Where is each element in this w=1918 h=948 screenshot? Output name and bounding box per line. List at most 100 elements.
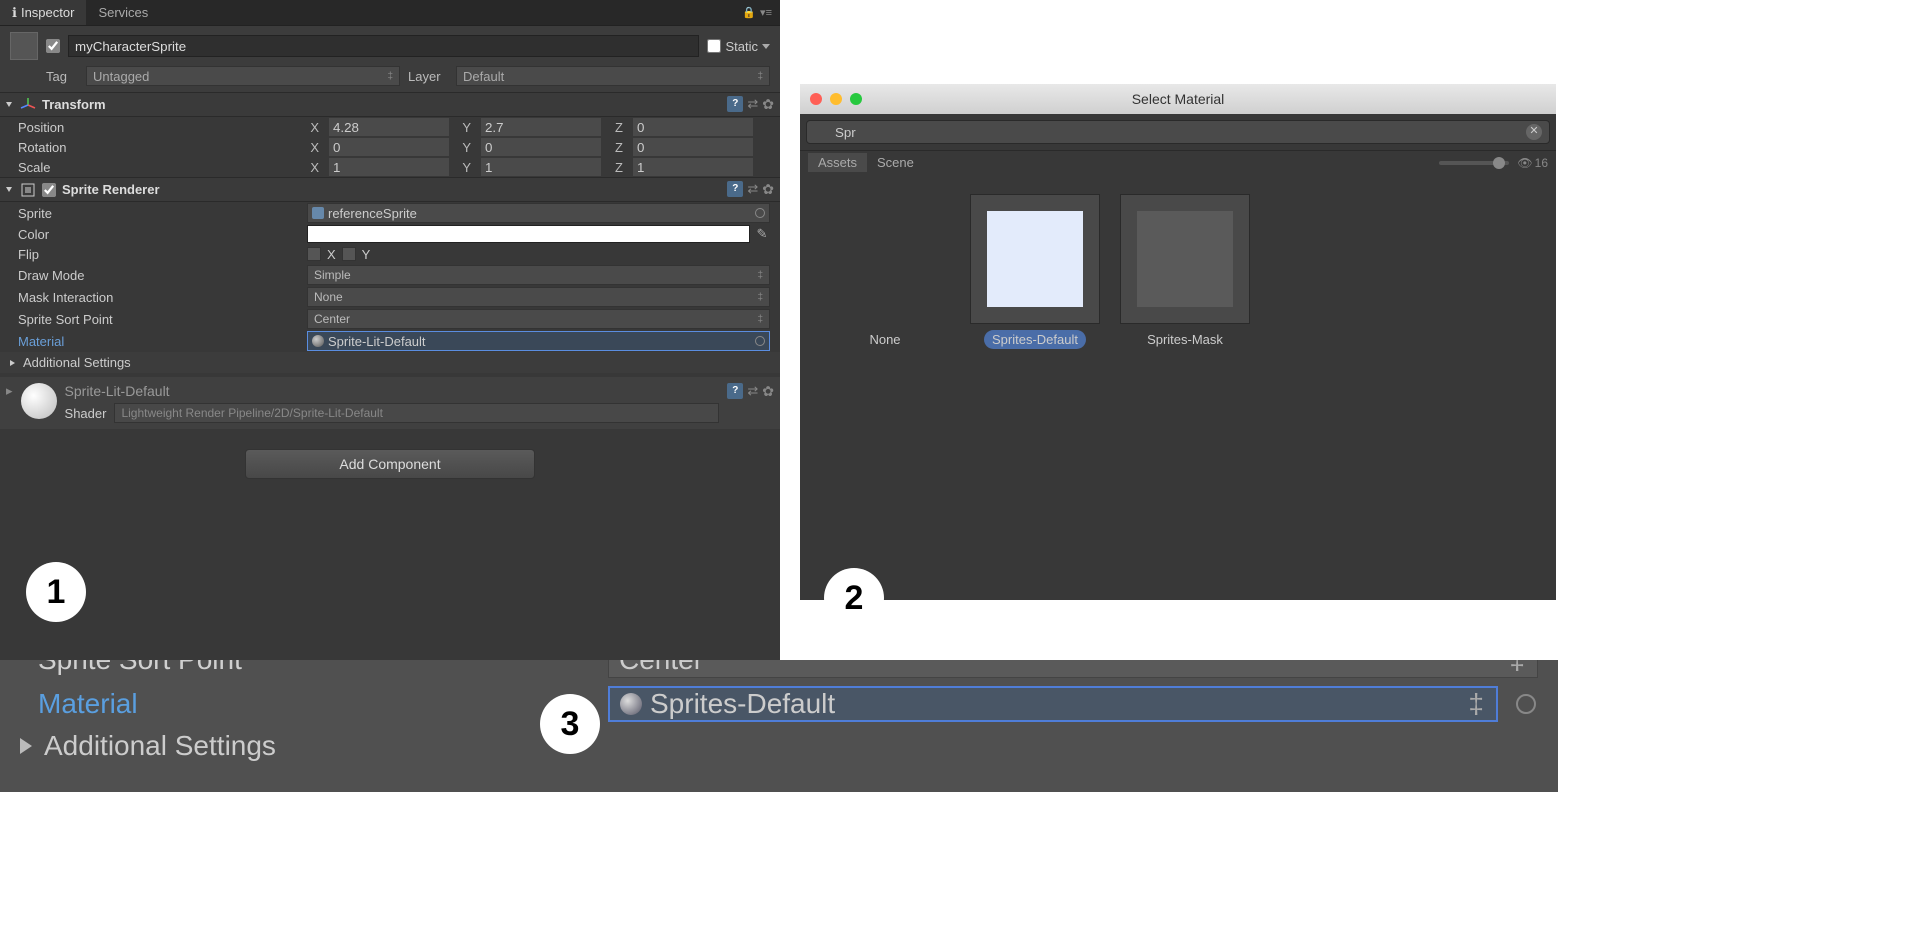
sprite-label: Sprite <box>18 206 303 221</box>
object-picker-icon[interactable] <box>755 208 765 218</box>
rotation-z-input[interactable] <box>633 138 753 156</box>
tab-inspector[interactable]: ℹ Inspector <box>0 0 86 25</box>
help-icon[interactable]: ? <box>727 96 743 112</box>
gameobject-name-input[interactable] <box>68 35 699 57</box>
material-value: Sprite-Lit-Default <box>328 334 426 349</box>
preset-icon[interactable]: ⇄ <box>747 181 758 198</box>
draw-mode-dropdown[interactable]: Simple <box>307 265 770 285</box>
asset-item-sprites-default[interactable]: Sprites-Default <box>970 194 1100 349</box>
position-z-input[interactable] <box>633 118 753 136</box>
asset-item-sprites-mask[interactable]: Sprites-Mask <box>1120 194 1250 349</box>
sprite-sort-point-dropdown-zoom[interactable]: Center <box>608 660 1538 678</box>
gear-icon[interactable]: ✿ <box>762 383 774 400</box>
component-enable-checkbox[interactable] <box>42 183 56 197</box>
shader-label: Shader <box>65 406 107 421</box>
visibility-icon[interactable]: 👁 <box>1517 156 1532 170</box>
gameobject-icon[interactable] <box>10 32 38 60</box>
mask-interaction-dropdown[interactable]: None <box>307 287 770 307</box>
scale-z-input[interactable] <box>633 158 753 176</box>
transform-icon <box>20 97 36 113</box>
rotation-label: Rotation <box>18 140 303 155</box>
foldout-icon <box>10 360 15 366</box>
static-label: Static <box>725 39 758 54</box>
foldout-icon <box>6 187 12 192</box>
material-preview-block: ▸ Sprite-Lit-Default Shader Lightweight … <box>0 377 780 429</box>
tag-layer-row: Tag Untagged Layer Default <box>0 66 780 92</box>
flip-y-label: Y <box>362 247 371 262</box>
annotation-circle-1: 1 <box>26 562 86 622</box>
help-icon[interactable]: ? <box>727 181 743 197</box>
help-icon[interactable]: ? <box>727 383 743 399</box>
preset-icon[interactable]: ⇄ <box>747 96 758 113</box>
tab-services[interactable]: Services <box>86 0 160 25</box>
tag-dropdown[interactable]: Untagged <box>86 66 400 86</box>
position-label: Position <box>18 120 303 135</box>
active-checkbox[interactable] <box>46 39 60 53</box>
material-field-zoom[interactable]: Sprites-Default <box>608 686 1498 722</box>
static-dropdown-icon[interactable] <box>762 44 770 49</box>
gameobject-header: Static <box>0 26 780 66</box>
eyedropper-icon[interactable]: ✎ <box>754 226 770 242</box>
window-title: Select Material <box>800 91 1556 107</box>
flip-y-checkbox[interactable] <box>342 247 356 261</box>
color-field[interactable] <box>307 225 750 243</box>
scale-label: Scale <box>18 160 303 175</box>
sprite-sort-point-value-zoom: Center <box>619 660 703 676</box>
position-x-input[interactable] <box>329 118 449 136</box>
tag-label: Tag <box>46 69 78 84</box>
sprite-sort-point-label: Sprite Sort Point <box>18 312 303 327</box>
asset-item-none[interactable]: None <box>820 194 950 349</box>
tab-scene[interactable]: Scene <box>867 153 924 172</box>
color-label: Color <box>18 227 303 242</box>
material-label-zoom: Material <box>38 688 608 720</box>
lock-icon[interactable]: 🔒 <box>742 6 756 19</box>
foldout-icon[interactable]: ▸ <box>6 383 13 399</box>
y-label: Y <box>459 120 471 135</box>
tab-inspector-label: Inspector <box>21 5 74 20</box>
position-y-input[interactable] <box>481 118 601 136</box>
material-field[interactable]: Sprite-Lit-Default <box>307 331 770 351</box>
lock-area: 🔒 ▾≡ <box>742 6 780 19</box>
result-count: 16 <box>1535 156 1548 170</box>
tab-assets[interactable]: Assets <box>808 153 867 172</box>
material-title: Sprite-Lit-Default <box>65 383 720 399</box>
transform-title: Transform <box>42 97 721 112</box>
preset-icon[interactable]: ⇄ <box>747 383 758 400</box>
static-checkbox[interactable] <box>707 39 721 53</box>
thumbnail-size-slider[interactable] <box>1439 161 1509 165</box>
additional-settings-foldout-zoom[interactable]: Additional Settings <box>0 726 1558 766</box>
sprite-sort-point-label-zoom: Sprite Sort Point <box>38 660 608 676</box>
scale-y-input[interactable] <box>481 158 601 176</box>
inspector-panel: ℹ Inspector Services 🔒 ▾≡ Static Tag Unt… <box>0 0 780 660</box>
rotation-x-input[interactable] <box>329 138 449 156</box>
transform-header[interactable]: Transform ? ⇄ ✿ <box>0 92 780 117</box>
additional-settings-foldout[interactable]: Additional Settings <box>0 352 780 373</box>
flip-x-checkbox[interactable] <box>307 247 321 261</box>
menu-icon[interactable]: ▾≡ <box>760 6 772 19</box>
zoomed-material-panel: Sprite Sort Point Center Material Sprite… <box>0 660 1558 792</box>
sprite-sort-point-dropdown[interactable]: Center <box>307 309 770 329</box>
add-component-button[interactable]: Add Component <box>245 449 535 479</box>
sprite-field[interactable]: referenceSprite <box>307 203 770 223</box>
foldout-icon <box>6 102 12 107</box>
info-icon: ℹ <box>12 5 17 21</box>
gear-icon[interactable]: ✿ <box>762 96 774 113</box>
additional-settings-label: Additional Settings <box>23 355 131 370</box>
annotation-circle-2: 2 <box>824 568 884 628</box>
sprite-value: referenceSprite <box>328 206 417 221</box>
rotation-y-input[interactable] <box>481 138 601 156</box>
material-label: Material <box>18 334 303 349</box>
mask-interaction-label: Mask Interaction <box>18 290 303 305</box>
select-material-window: Select Material 🔍 ✕ Assets Scene 👁 16 No… <box>800 84 1556 600</box>
layer-dropdown[interactable]: Default <box>456 66 770 86</box>
gear-icon[interactable]: ✿ <box>762 181 774 198</box>
clear-search-icon[interactable]: ✕ <box>1526 124 1542 140</box>
object-picker-icon[interactable] <box>1516 694 1536 714</box>
scale-x-input[interactable] <box>329 158 449 176</box>
object-picker-icon[interactable] <box>755 336 765 346</box>
annotation-circle-3: 3 <box>540 694 600 754</box>
sprite-renderer-header[interactable]: Sprite Renderer ? ⇄ ✿ <box>0 177 780 202</box>
z-label: Z <box>611 120 623 135</box>
search-input[interactable] <box>806 120 1550 144</box>
shader-dropdown[interactable]: Lightweight Render Pipeline/2D/Sprite-Li… <box>114 403 719 423</box>
